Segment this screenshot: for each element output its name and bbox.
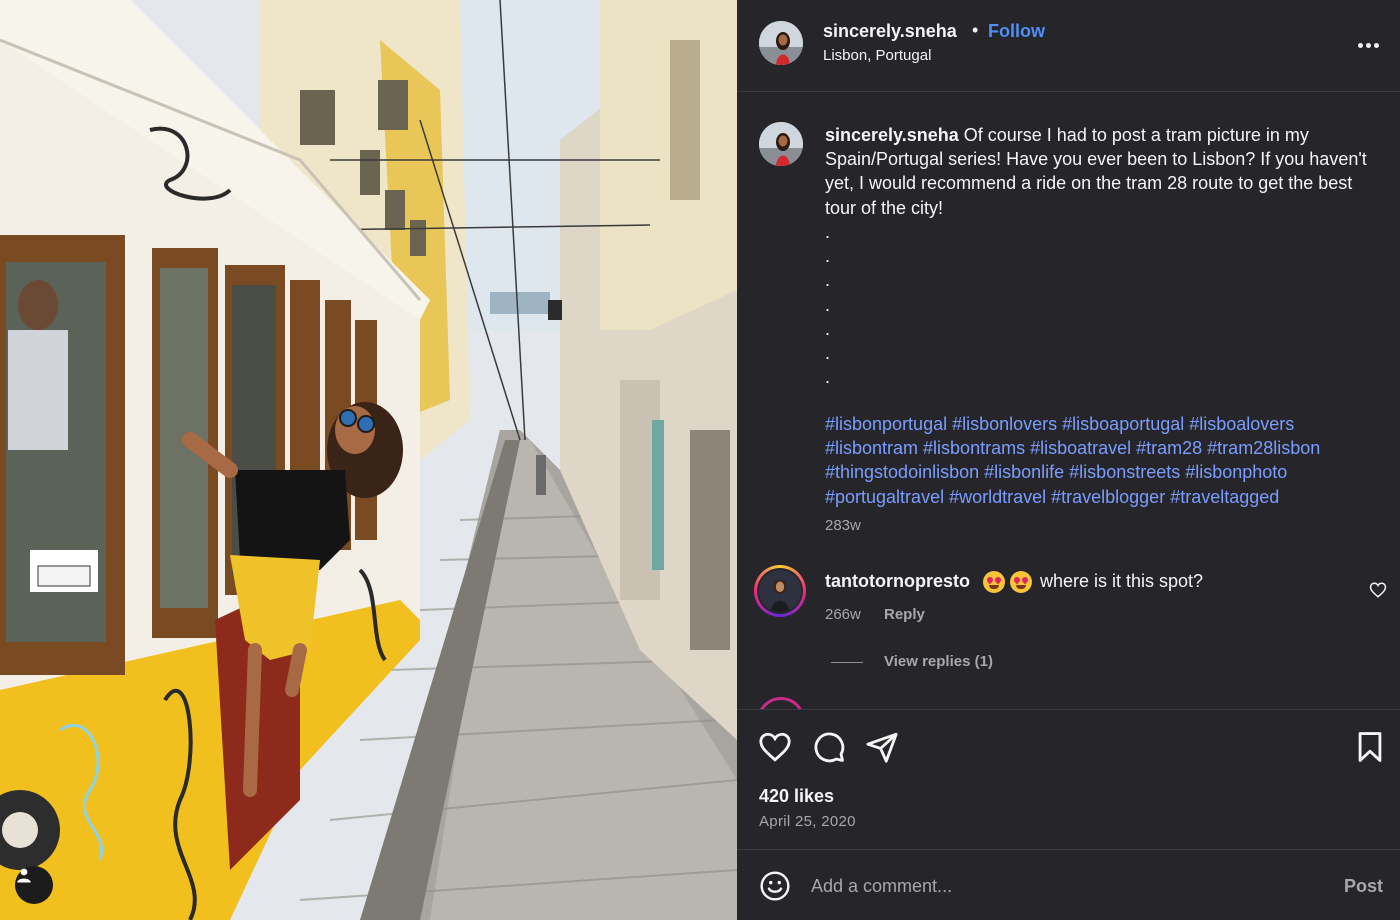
heart-eyes-emoji-icon bbox=[983, 571, 1005, 593]
more-horizontal-icon bbox=[1357, 42, 1363, 48]
caption-username[interactable]: sincerely.sneha bbox=[825, 125, 959, 145]
reply-button[interactable]: Reply bbox=[884, 606, 925, 623]
comment-icon bbox=[814, 732, 845, 763]
tagged-users-button[interactable] bbox=[15, 866, 53, 904]
next-commenter-avatar[interactable] bbox=[757, 697, 805, 709]
emoji-picker-button[interactable] bbox=[759, 870, 791, 907]
comment-text: where is it this spot? bbox=[1040, 571, 1204, 591]
comments-section[interactable]: sincerely.sneha Of course I had to post … bbox=[737, 93, 1400, 709]
commenter-username[interactable]: tantotornopresto bbox=[825, 571, 970, 592]
user-icon bbox=[17, 868, 31, 883]
comment-input[interactable] bbox=[811, 870, 1311, 902]
view-replies-button[interactable]: View replies (1) bbox=[884, 653, 993, 670]
post-date[interactable]: April 25, 2020 bbox=[759, 813, 856, 830]
commenter-avatar[interactable] bbox=[754, 565, 806, 617]
caption-author-avatar[interactable] bbox=[759, 122, 803, 166]
heart-icon bbox=[1369, 582, 1387, 598]
comment-like-button[interactable] bbox=[1369, 581, 1387, 604]
like-button[interactable] bbox=[758, 730, 792, 769]
bookmark-icon bbox=[1358, 732, 1382, 762]
author-avatar-image bbox=[759, 122, 803, 166]
comment-button[interactable] bbox=[812, 730, 846, 769]
post-header: sincerely.sneha • Follow Lisbon, Portuga… bbox=[737, 0, 1400, 92]
caption-hashtags[interactable]: #lisbonportugal #lisbonlovers #lisboapor… bbox=[825, 412, 1385, 509]
share-icon bbox=[866, 732, 898, 763]
caption-dots: . . . . . . . bbox=[825, 222, 831, 388]
save-button[interactable] bbox=[1353, 730, 1387, 769]
commenter-avatar-image bbox=[759, 570, 801, 612]
separator-dot: • bbox=[972, 20, 979, 40]
view-replies-line bbox=[831, 662, 863, 663]
author-avatar-image bbox=[759, 21, 803, 65]
author-username[interactable]: sincerely.sneha bbox=[823, 21, 957, 42]
follow-button[interactable]: Follow bbox=[988, 21, 1045, 42]
post-actions: 420 likes April 25, 2020 bbox=[737, 709, 1400, 849]
heart-icon bbox=[759, 732, 791, 762]
likes-count[interactable]: 420 likes bbox=[759, 786, 834, 807]
tram-street-photo bbox=[0, 0, 737, 920]
more-options-button[interactable] bbox=[1354, 31, 1382, 59]
post-detail-panel: sincerely.sneha • Follow Lisbon, Portuga… bbox=[737, 0, 1400, 920]
add-comment-bar: Post bbox=[737, 849, 1400, 920]
author-avatar[interactable] bbox=[759, 21, 803, 65]
share-button[interactable] bbox=[865, 730, 899, 769]
smiley-icon bbox=[760, 871, 790, 901]
heart-eyes-emoji-icon bbox=[1010, 571, 1032, 593]
post-photo[interactable] bbox=[0, 0, 737, 920]
caption: sincerely.sneha Of course I had to post … bbox=[825, 123, 1380, 220]
caption-timestamp[interactable]: 283w bbox=[825, 517, 861, 534]
post-comment-button[interactable]: Post bbox=[1344, 876, 1383, 897]
post-location[interactable]: Lisbon, Portugal bbox=[823, 47, 931, 64]
comment-timestamp[interactable]: 266w bbox=[825, 606, 861, 623]
